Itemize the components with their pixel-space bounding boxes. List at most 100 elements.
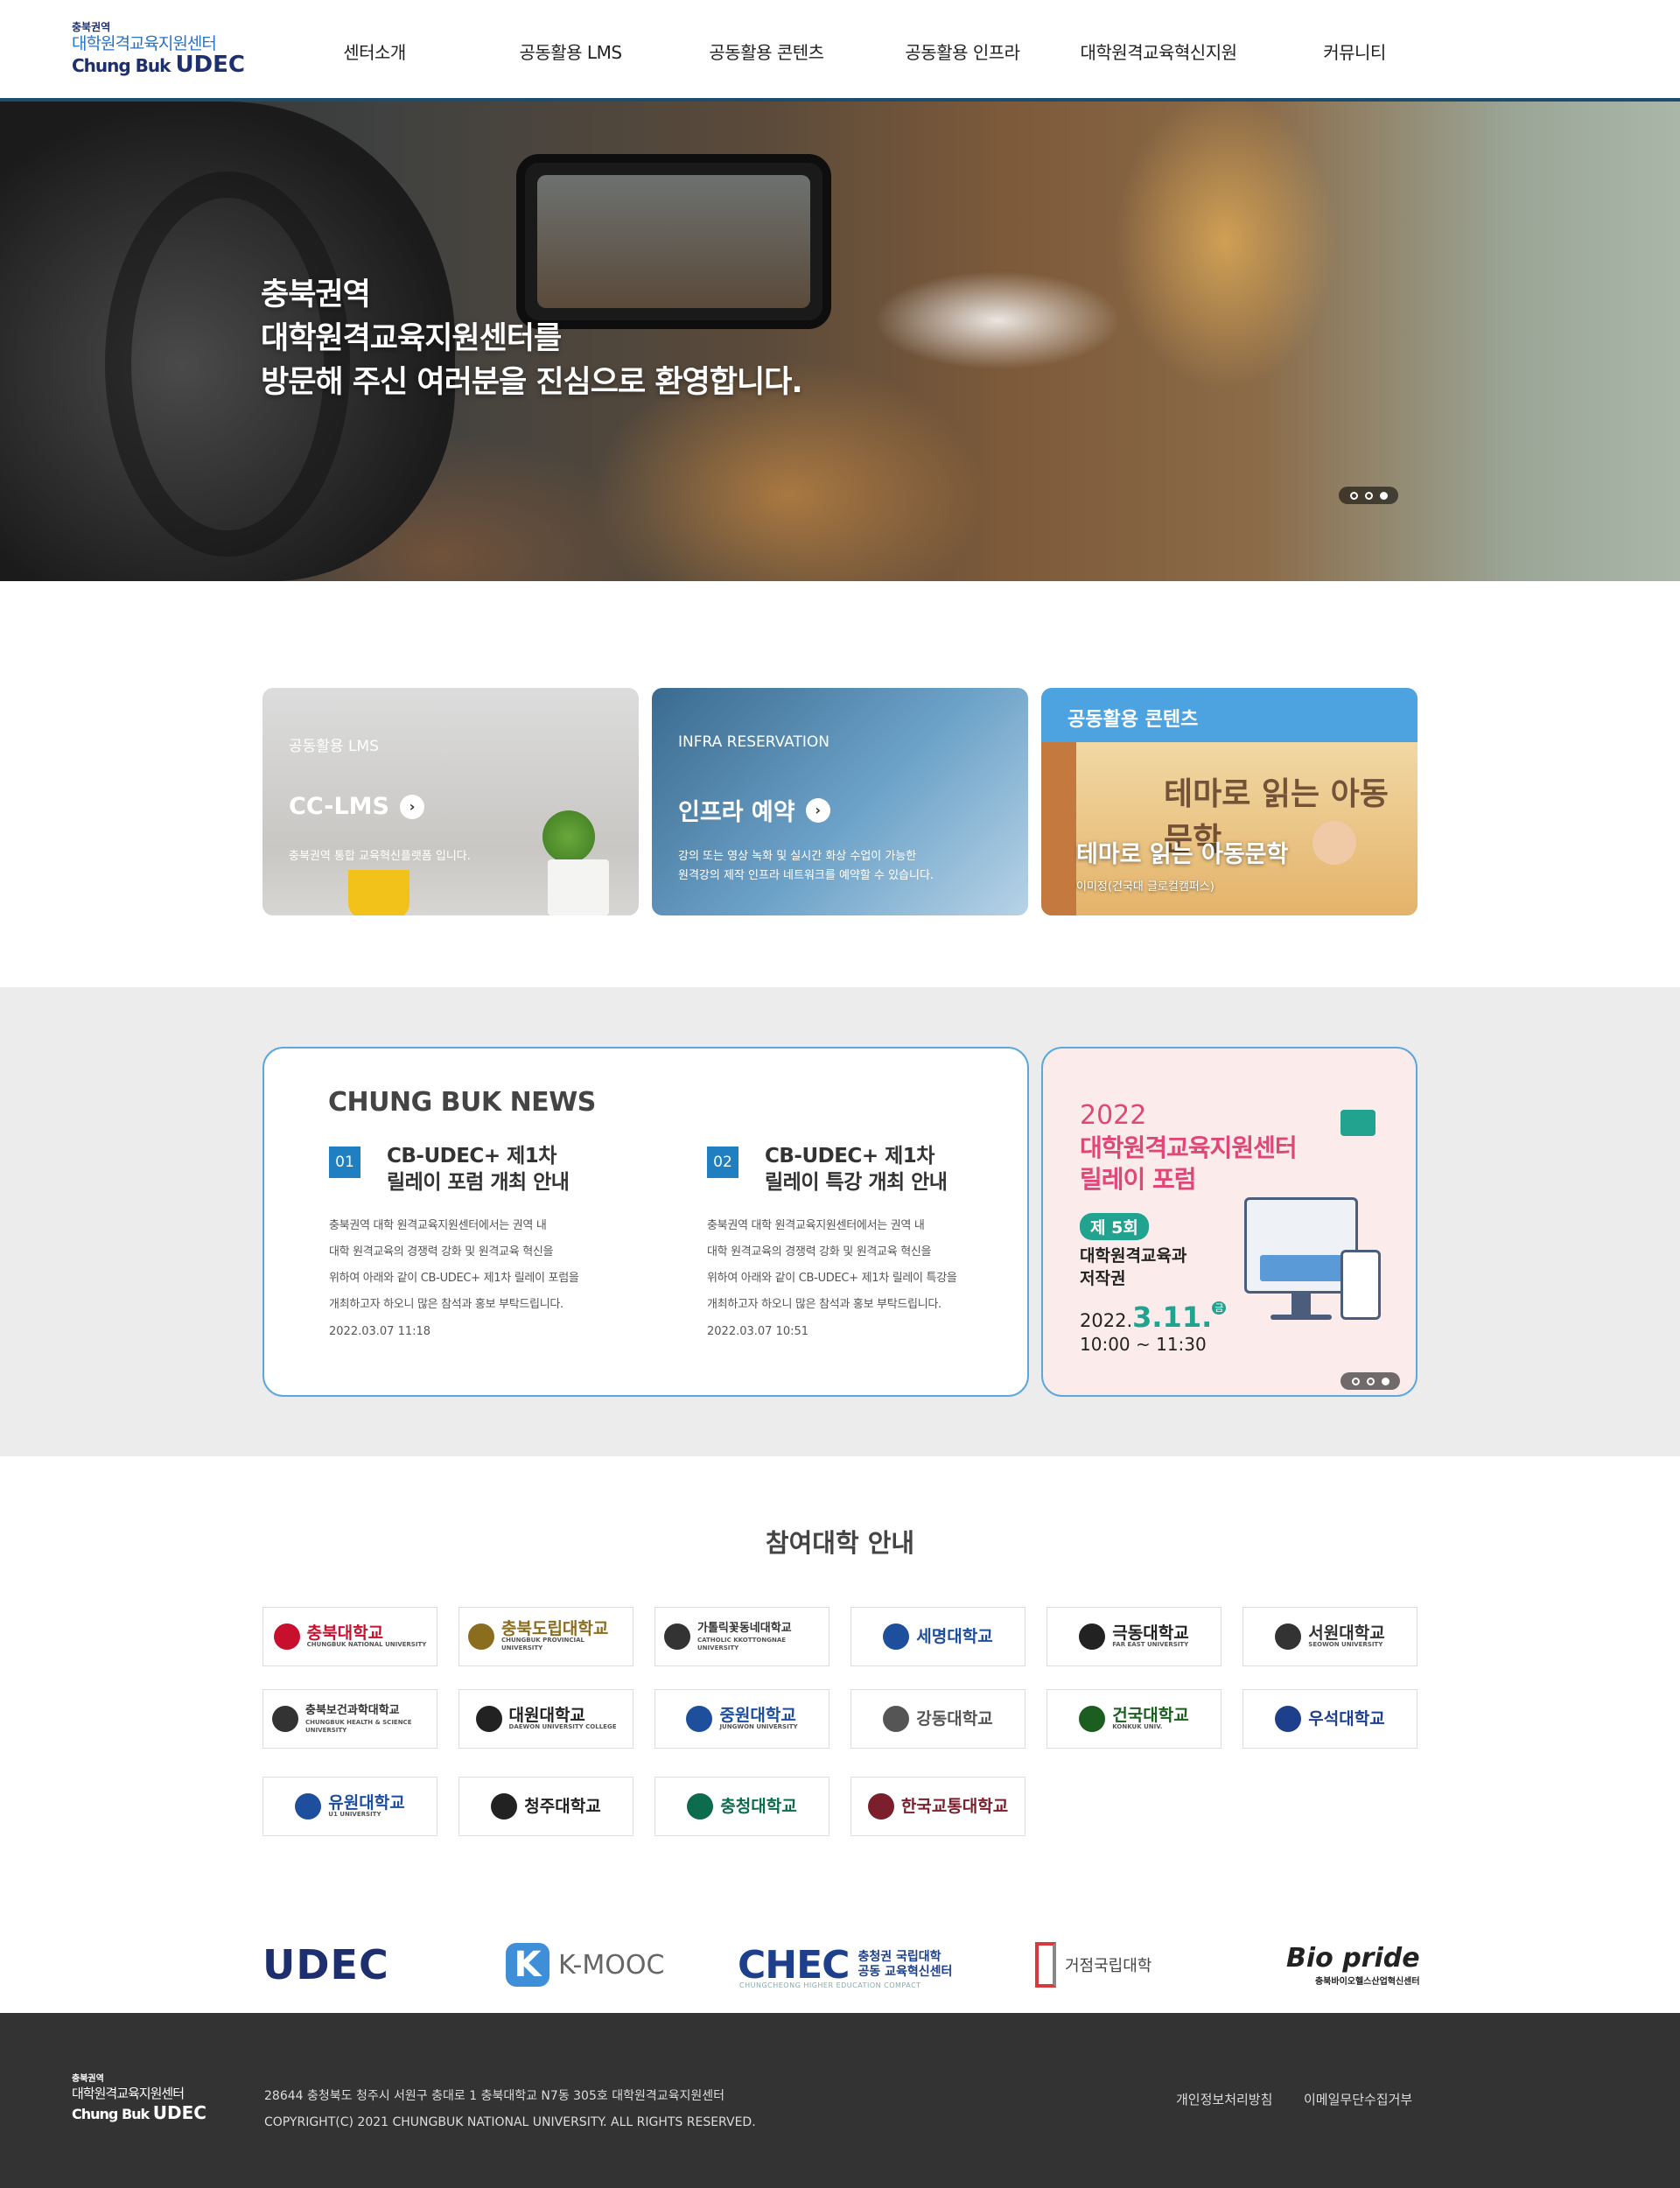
university-logo[interactable]: 충북도립대학교 CHUNGBUK PROVINCIAL UNIVERSITY xyxy=(458,1607,634,1666)
university-logo[interactable]: 중원대학교 JUNGWON UNIVERSITY xyxy=(654,1689,830,1749)
poster-subject: 대학원격교육과 저작권 xyxy=(1080,1246,1187,1288)
content-card-title: 테마로 읽는 아동문학 xyxy=(1076,841,1289,868)
hero-dot-1[interactable] xyxy=(1349,491,1358,500)
university-name: 중원대학교 xyxy=(719,1705,796,1725)
university-name: 청주대학교 xyxy=(524,1797,601,1816)
logo-udec: Chung Buk UDEC xyxy=(72,52,245,78)
university-emblem-icon xyxy=(1079,1706,1106,1732)
partner-bio[interactable]: Bio pride 충북바이오헬스산업혁신센터 xyxy=(1286,1934,1420,1995)
content-card-header: 공동활용 콘텐츠 xyxy=(1041,688,1418,742)
chec-line-2: 공동 교육혁신센터 xyxy=(858,1965,953,1979)
news-number: 02 xyxy=(707,1147,738,1178)
kmooc-logo-text: K-MOOC xyxy=(558,1949,665,1981)
university-logo[interactable]: 대원대학교 DAEWON UNIVERSITY COLLEGE xyxy=(458,1689,634,1749)
university-logo[interactable]: 충북대학교 CHUNGBUK NATIONAL UNIVERSITY xyxy=(262,1607,438,1666)
main-nav: 센터소개 공동활용 LMS 공동활용 콘텐츠 공동활용 인프라 대학원격교육혁신… xyxy=(276,0,1452,102)
cup-image xyxy=(348,870,410,915)
nav-lms[interactable]: 공동활용 LMS xyxy=(472,0,668,102)
university-logo[interactable]: 유원대학교 U1 UNIVERSITY xyxy=(262,1777,438,1836)
university-name: 유원대학교 xyxy=(328,1792,405,1813)
university-name: 한국교통대학교 xyxy=(900,1797,1009,1816)
footer-copyright: COPYRIGHT(C) 2021 CHUNGBUK NATIONAL UNIV… xyxy=(264,2115,756,2129)
university-english-name: CHUNGBUK NATIONAL UNIVERSITY xyxy=(306,1640,427,1648)
chec-line-1: 충청권 국립대학 xyxy=(858,1950,942,1964)
poster-pagination xyxy=(1340,1372,1400,1390)
partner-kmooc[interactable]: K K-MOOC xyxy=(506,1934,664,1995)
university-logo[interactable]: 강동대학교 xyxy=(850,1689,1026,1749)
university-emblem-icon xyxy=(664,1623,690,1650)
university-logo[interactable]: 우석대학교 xyxy=(1242,1689,1418,1749)
university-name: 대원대학교 xyxy=(508,1705,585,1725)
infra-card-title: 인프라 예약 › xyxy=(678,793,830,827)
lms-card[interactable]: 공동활용 LMS CC-LMS › 충북권역 통합 교육혁신플랫폼 입니다. xyxy=(262,688,639,915)
university-logo[interactable]: 충청대학교 xyxy=(654,1777,830,1836)
footer-address: 28644 충청북도 청주시 서원구 충대로 1 충북대학교 N7동 305호 … xyxy=(264,2083,756,2135)
bookshelf-image xyxy=(1041,742,1076,915)
lms-card-title: CC-LMS › xyxy=(289,793,424,820)
poster-dot-1[interactable] xyxy=(1351,1377,1360,1385)
partner-base-univ[interactable]: 거점국립대학 xyxy=(1035,1934,1152,1995)
nav-infra[interactable]: 공동활용 인프라 xyxy=(864,0,1060,102)
university-name: 서원대학교 xyxy=(1308,1623,1385,1643)
hero-dot-2[interactable] xyxy=(1364,491,1373,500)
university-logo[interactable]: 극동대학교 FAR EAST UNIVERSITY xyxy=(1046,1607,1222,1666)
logo-region: 충북권역 xyxy=(72,21,111,33)
poster-dot-3[interactable] xyxy=(1381,1377,1390,1385)
university-name: 충북대학교 xyxy=(306,1623,384,1643)
hero-title: 충북권역 대학원격교육지원센터를 방문해 주신 여러분을 진심으로 환영합니다. xyxy=(261,277,803,400)
nav-community[interactable]: 커뮤니티 xyxy=(1256,0,1452,102)
infra-card[interactable]: INFRA RESERVATION 인프라 예약 › 강의 또는 영상 녹화 및 … xyxy=(652,688,1028,915)
hero-dot-3[interactable] xyxy=(1379,491,1388,500)
pot-image xyxy=(548,859,609,915)
university-emblem-icon xyxy=(687,1793,714,1820)
university-english-name: SEOWON UNIVERSITY xyxy=(1308,1640,1383,1648)
university-logo[interactable]: 서원대학교 SEOWON UNIVERSITY xyxy=(1242,1607,1418,1666)
arrow-right-icon[interactable]: › xyxy=(805,797,830,823)
udec-logo-text: UDEC xyxy=(262,1941,389,1988)
hero-pagination xyxy=(1339,487,1398,504)
email-refusal-link[interactable]: 이메일무단수집거부 xyxy=(1304,2090,1412,2108)
event-poster[interactable]: 2022 대학원격교육지원센터 릴레이 포럼 제 5회 대학원격교육과 저작권 … xyxy=(1041,1047,1418,1397)
news-body: 충북권역 대학 원격교육지원센터에서는 권역 내 대학 원격교육의 경쟁력 강화… xyxy=(707,1219,957,1311)
hero-banner: 충북권역 대학원격교육지원센터를 방문해 주신 여러분을 진심으로 환영합니다. xyxy=(0,102,1680,581)
university-emblem-icon xyxy=(1275,1623,1302,1650)
nav-contents[interactable]: 공동활용 콘텐츠 xyxy=(668,0,864,102)
site-footer: 충북권역 대학원격교육지원센터 Chung Buk UDEC 28644 충청북… xyxy=(0,2013,1680,2188)
news-body: 충북권역 대학 원격교육지원센터에서는 권역 내 대학 원격교육의 경쟁력 강화… xyxy=(329,1219,579,1311)
universities-heading: 참여대학 안내 xyxy=(765,1528,915,1558)
university-logo[interactable]: 건국대학교 KONKUK UNIV. xyxy=(1046,1689,1222,1749)
privacy-policy-link[interactable]: 개인정보처리방침 xyxy=(1176,2090,1272,2108)
news-title[interactable]: CB-UDEC+ 제1차 릴레이 포럼 개최 안내 xyxy=(387,1143,570,1196)
university-english-name: FAR EAST UNIVERSITY xyxy=(1112,1640,1189,1648)
news-title[interactable]: CB-UDEC+ 제1차 릴레이 특강 개최 안내 xyxy=(765,1143,948,1196)
partner-udec[interactable]: UDEC xyxy=(262,1934,389,1995)
chec-logo-text: CHEC xyxy=(738,1942,850,1988)
plant-image xyxy=(542,810,595,863)
poster-date: 2022.3.11. 금 xyxy=(1080,1301,1227,1334)
university-english-name: CATHOLIC KKOTTONGNAE UNIVERSITY xyxy=(697,1637,787,1652)
university-name: 충북도립대학교 xyxy=(501,1619,609,1638)
base-univ-logo-text: 거점국립대학 xyxy=(1065,1957,1152,1975)
university-emblem-icon xyxy=(475,1706,502,1732)
footer-logo[interactable]: 충북권역 대학원격교육지원센터 Chung Buk UDEC xyxy=(72,2074,206,2125)
university-english-name: JUNGWON UNIVERSITY xyxy=(719,1722,798,1730)
university-emblem-icon xyxy=(295,1793,322,1820)
nav-innovation[interactable]: 대학원격교육혁신지원 xyxy=(1060,0,1256,102)
university-logo[interactable]: 가톨릭꽃동네대학교 CATHOLIC KKOTTONGNAE UNIVERSITY xyxy=(654,1607,830,1666)
news-heading: CHUNG BUK NEWS xyxy=(328,1087,596,1118)
child-illustration xyxy=(1312,821,1356,865)
poster-dot-2[interactable] xyxy=(1366,1377,1375,1385)
university-logo[interactable]: 한국교통대학교 xyxy=(850,1777,1026,1836)
kmooc-icon: K xyxy=(506,1943,550,1987)
university-name: 건국대학교 xyxy=(1112,1705,1189,1725)
arrow-right-icon[interactable]: › xyxy=(399,794,424,819)
nav-center-intro[interactable]: 센터소개 xyxy=(276,0,472,102)
university-logo[interactable]: 세명대학교 xyxy=(850,1607,1026,1666)
university-logo[interactable]: 청주대학교 xyxy=(458,1777,634,1836)
content-card[interactable]: 공동활용 콘텐츠 테마로 읽는 아동문학 테마로 읽는 아동문학 이미정(건국대… xyxy=(1041,688,1418,915)
site-logo[interactable]: 충북권역 대학원격교육지원센터 Chung Buk UDEC xyxy=(72,21,245,76)
university-name: 극동대학교 xyxy=(1112,1623,1189,1643)
site-header: 충북권역 대학원격교육지원센터 Chung Buk UDEC 센터소개 공동활용… xyxy=(0,0,1680,102)
university-logo[interactable]: 충북보건과학대학교 CHUNGBUK HEALTH & SCIENCE UNIVE… xyxy=(262,1689,438,1749)
poster-title: 대학원격교육지원센터 릴레이 포럼 xyxy=(1080,1133,1298,1194)
